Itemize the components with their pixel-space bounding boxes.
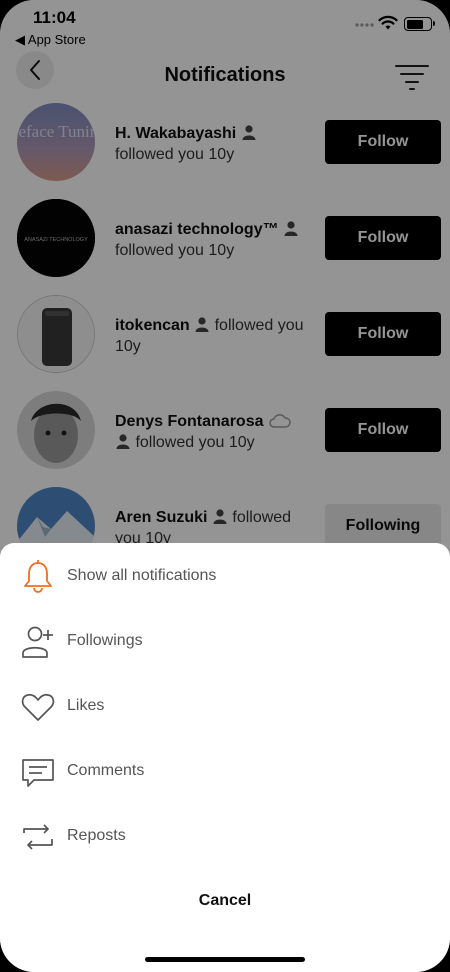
cancel-button[interactable]: Cancel [0,886,450,916]
option-label: Show all notifications [67,567,217,584]
heart-icon [21,693,55,721]
option-label: Reposts [67,827,126,844]
option-likes[interactable]: Likes [0,681,450,733]
option-label: Likes [67,697,105,714]
person-plus-icon [22,626,53,658]
option-followings[interactable]: Followings [0,616,450,668]
home-indicator[interactable] [145,957,305,962]
comment-icon [22,759,54,787]
filter-action-sheet: Show all notifications Followings Likes [0,543,450,972]
repost-icon [23,824,53,850]
option-comments[interactable]: Comments [0,746,450,798]
bell-icon [24,560,52,593]
screen: 11:04 ◀ App Store Notifications eface Tu… [0,0,450,972]
option-show-all-notifications[interactable]: Show all notifications [0,551,450,603]
option-reposts[interactable]: Reposts [0,811,450,863]
option-label: Followings [67,632,143,649]
option-label: Comments [67,762,145,779]
